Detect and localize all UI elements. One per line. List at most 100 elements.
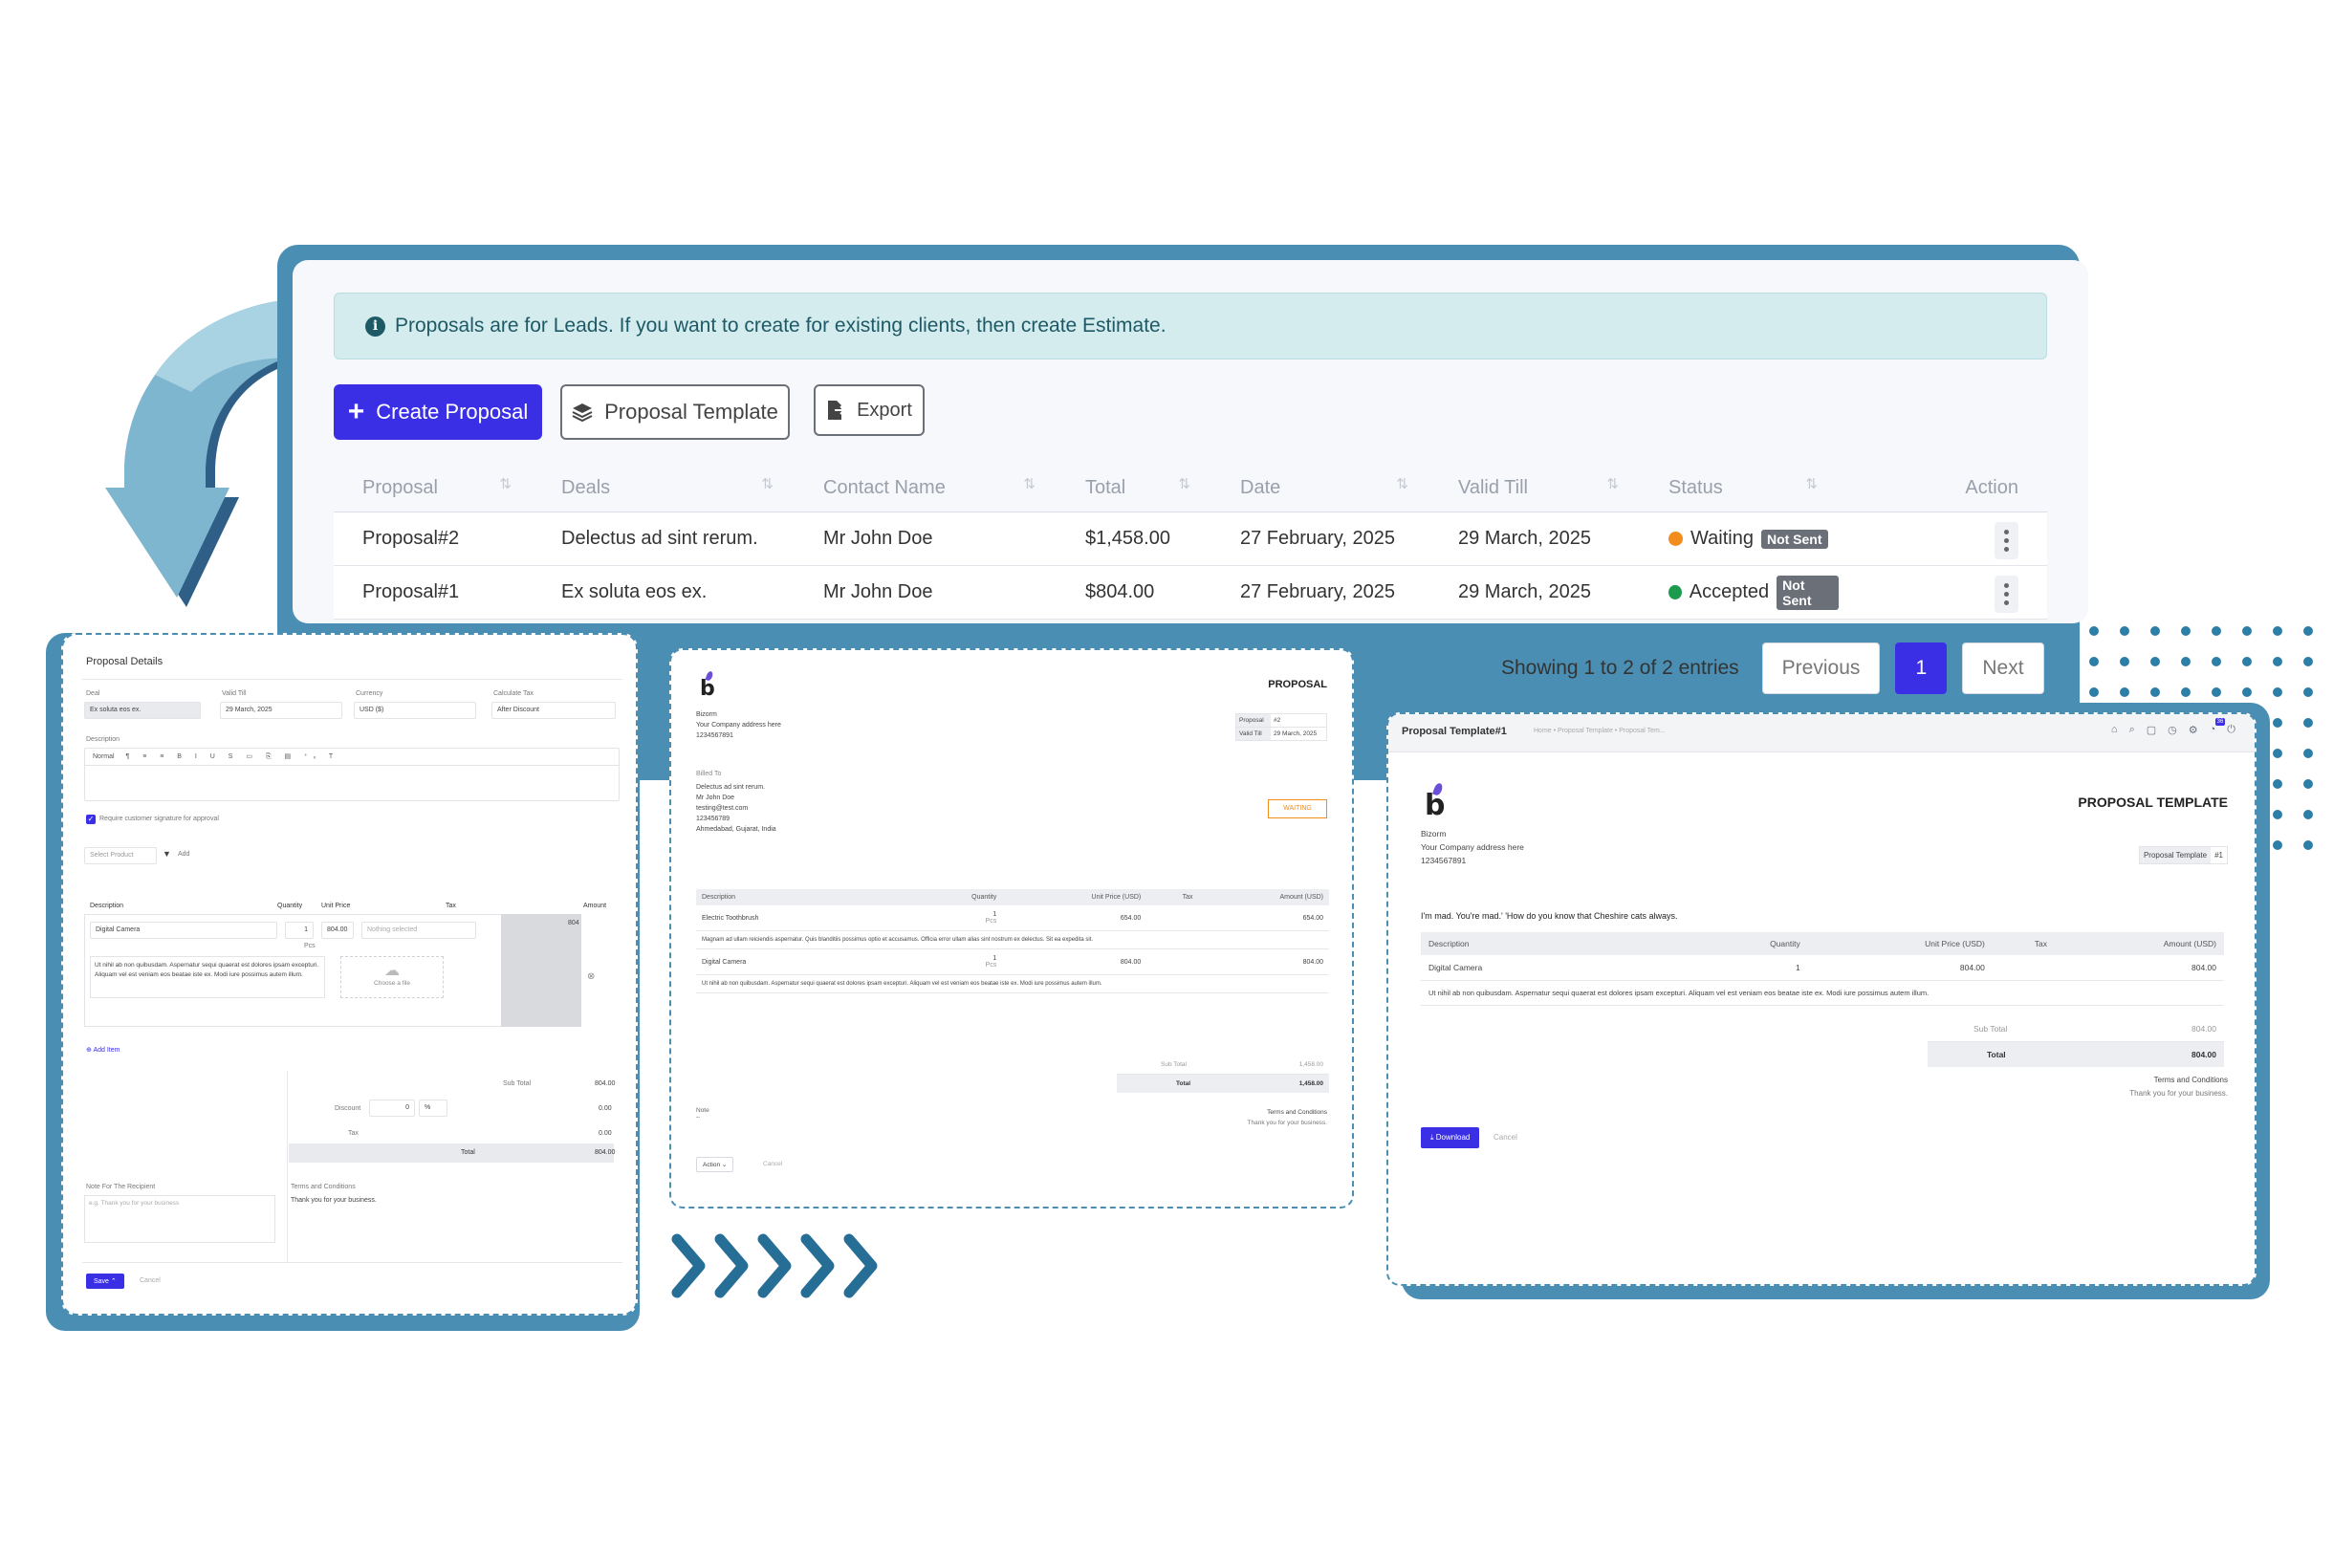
description-editor[interactable]: Normal ¶ ≡ ≡ B I U S ▭ ⎘ ▤ ⁺ₓ T [84,748,620,801]
discount-input[interactable]: 0 [369,1100,415,1117]
settings-icon[interactable]: ⚙ [2189,724,2198,736]
signature-label: Require customer signature for approval [99,816,219,822]
item-price-input[interactable]: 804.00 [321,922,354,939]
header-total[interactable]: Total ⇅ [1057,476,1211,499]
totals: Sub Total 1,458.00 Total 1,458.00 [1117,1056,1329,1093]
header-contact-name[interactable]: Contact Name ⇅ [795,476,1057,499]
proposal-template-label: Proposal Template [604,400,778,424]
action-dropdown[interactable]: Action ⌄ [696,1157,734,1172]
billed-to-label: Billed To [696,771,722,777]
template-title: Proposal Template#1 [1402,726,1507,737]
entries-info: Showing 1 to 2 of 2 entries [1501,657,1739,679]
cell-action [1839,518,2047,559]
table-row: Digital Camera 1 Pcs 804.00 804.00 [696,948,1329,975]
next-page-button[interactable]: Next [1962,642,2044,694]
header-date[interactable]: Date ⇅ [1211,476,1429,499]
item-amount: 804 [568,920,579,926]
total-value: 804.00 [595,1149,616,1156]
bizorm-logo: b [1423,782,1448,822]
table-row[interactable]: Proposal#1 Ex soluta eos ex. Mr John Doe… [334,566,2047,620]
cell-deal: Ex soluta eos ex. [561,581,708,602]
download-icon: ⤓ [1430,1133,1434,1142]
sort-icon: ⇅ [1606,476,1619,492]
cell-contact: Mr John Doe [823,581,933,602]
proposal-details-card: Proposal Details Deal Ex soluta eos ex. … [61,633,638,1316]
add-item-button[interactable]: ⊕ Add Item [86,1046,120,1054]
sort-icon: ⇅ [761,476,774,492]
col-description: Description [90,903,124,909]
proposal-meta: Proposal #2 Valid Till 29 March, 2025 [1235,713,1327,741]
cell-proposal[interactable]: Proposal#2 [334,528,533,550]
item-qty-input[interactable]: 1 [285,922,314,939]
header-proposal[interactable]: Proposal ⇅ [334,476,533,499]
signature-checkbox[interactable]: ✓ [86,815,96,824]
cancel-button[interactable]: Cancel [140,1277,161,1284]
cancel-button[interactable]: Cancel [763,1161,782,1167]
template-meta: Proposal Template #1 [2138,846,2228,864]
subtotal-label: Sub Total [503,1080,532,1087]
page-1-button[interactable]: 1 [1895,642,1948,694]
more-options-icon[interactable] [1995,522,2018,559]
info-icon: i [365,316,385,337]
calculate-tax-label: Calculate Tax [493,690,534,697]
intro-text: I'm mad. You're mad.' 'How do you know t… [1421,911,1678,921]
item-description-input[interactable]: Ut nihil ab non quibusdam. Aspernatur se… [90,956,325,998]
valid-till-input[interactable]: 29 March, 2025 [220,702,342,719]
notification-count: 36 [2214,718,2226,726]
header-status[interactable]: Status ⇅ [1640,476,1839,499]
item-tax-select[interactable]: Nothing selected [361,922,476,939]
cancel-button[interactable]: Cancel [1494,1133,1517,1142]
download-button[interactable]: ⤓ Download [1421,1127,1480,1148]
export-file-icon [828,401,846,420]
editor-toolbar: Normal ¶ ≡ ≡ B I U S ▭ ⎘ ▤ ⁺ₓ T [85,749,619,766]
cell-contact: Mr John Doe [823,528,933,549]
add-product-button[interactable]: Add [178,851,189,858]
item-amount-cell [501,914,581,1027]
status-stamp: WAITING [1268,799,1327,818]
calculate-tax-select[interactable]: After Discount [491,702,616,719]
col-quantity: Quantity [277,903,303,909]
editor-tools-icon[interactable]: ¶ ≡ ≡ B I U S ▭ ⎘ ▤ ⁺ₓ T [126,753,339,760]
deal-select[interactable]: Ex soluta eos ex. [84,702,201,719]
template-heading: PROPOSAL TEMPLATE [2078,795,2228,810]
cell-date: 27 February, 2025 [1240,581,1395,602]
proposal-template-button[interactable]: Proposal Template [560,384,790,440]
items-table: Description Quantity Unit Price (USD) Tax Am… [696,889,1329,993]
select-product-dropdown[interactable]: Select Product [84,847,157,864]
table-row: Digital Camera 1 804.00 804.00 [1421,955,2224,981]
sort-icon: ⇅ [1023,476,1036,492]
remove-item-icon[interactable]: ⊗ [587,971,595,982]
note-section: Note -- [696,1107,709,1121]
more-options-icon[interactable] [1995,576,2018,613]
template-totals: Sub Total 804.00 Total 804.00 [1928,1016,2224,1067]
format-select[interactable]: Normal [93,753,115,760]
search-icon[interactable]: ⌕ [2129,724,2135,736]
alert-text: Proposals are for Leads. If you want to … [395,315,1166,337]
header-valid-till[interactable]: Valid Till ⇅ [1429,476,1640,499]
filter-icon[interactable]: ▼ [163,849,171,859]
bell-icon[interactable]: ◔ 36 [2210,718,2226,736]
export-button[interactable]: Export [814,384,925,436]
create-proposal-button[interactable]: + Create Proposal [334,384,542,440]
power-icon[interactable]: ⏻ [2227,724,2235,736]
previous-page-button[interactable]: Previous [1761,642,1881,694]
clock-icon[interactable]: ◷ [2168,724,2177,736]
note-input[interactable]: e.g. Thank you for your business [84,1195,275,1243]
gift-icon[interactable]: ⌂ [2111,724,2118,736]
cell-proposal[interactable]: Proposal#1 [334,581,533,603]
layers-icon [572,403,593,423]
notes-icon[interactable]: ▢ [2147,724,2156,736]
file-upload-area[interactable]: ☁ Choose a file [340,956,444,998]
breadcrumb[interactable]: Home • Proposal Template • Proposal Tem.… [1534,728,1666,734]
cell-action [1839,572,2047,613]
item-name-input[interactable]: Digital Camera [90,922,277,939]
choose-file-label: Choose a file [374,980,410,987]
discount-type-select[interactable]: % [419,1100,447,1117]
currency-select[interactable]: USD ($) [354,702,476,719]
subtotal-value: 804.00 [595,1080,616,1087]
cell-total: $804.00 [1085,581,1155,602]
save-button[interactable]: Save ⌃ [86,1274,124,1289]
header-deals[interactable]: Deals ⇅ [533,476,795,499]
divider [82,1262,622,1263]
table-row[interactable]: Proposal#2 Delectus ad sint rerum. Mr Jo… [334,512,2047,566]
